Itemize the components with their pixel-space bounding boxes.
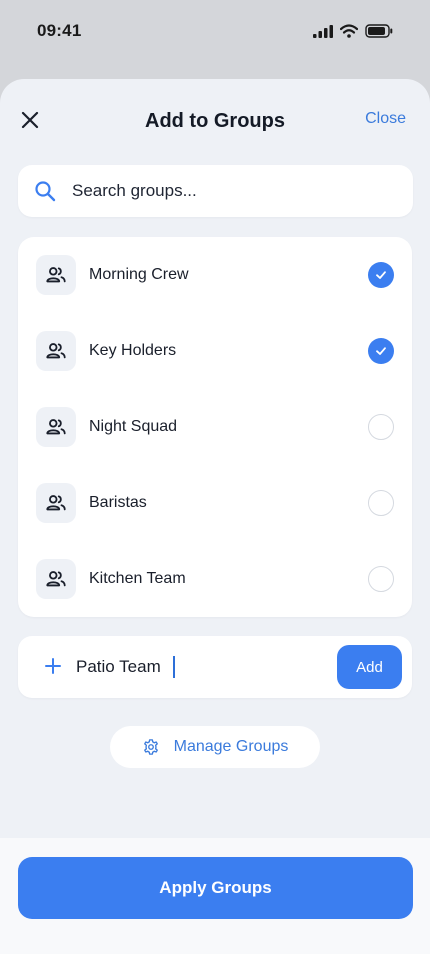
group-checkbox-checked[interactable] [368, 338, 394, 364]
group-icon [36, 483, 76, 523]
gear-icon [143, 739, 158, 755]
group-icon [36, 559, 76, 599]
group-icon [36, 407, 76, 447]
group-name: Key Holders [89, 342, 177, 359]
wifi-icon [340, 24, 358, 38]
search-icon [35, 181, 56, 202]
manage-groups-button[interactable]: Manage Groups [110, 726, 320, 768]
close-icon[interactable] [18, 108, 42, 132]
battery-icon [365, 24, 393, 38]
group-name: Morning Crew [89, 266, 189, 283]
group-checkbox-unchecked[interactable] [368, 490, 394, 516]
new-group-row: Patio Team Add [18, 636, 412, 698]
text-caret [172, 656, 175, 678]
add-group-button[interactable]: Add [337, 645, 402, 689]
group-checkbox-unchecked[interactable] [368, 566, 394, 592]
group-row-night-squad[interactable]: Night Squad [18, 389, 412, 465]
new-group-value: Patio Team [76, 657, 161, 676]
status-bar: 09:41 [0, 0, 430, 60]
group-name: Night Squad [89, 418, 178, 435]
manage-groups-label: Manage Groups [173, 738, 289, 755]
check-icon [376, 347, 386, 355]
group-row-morning-crew[interactable]: Morning Crew [18, 237, 412, 313]
group-row-baristas[interactable]: Baristas [18, 465, 412, 541]
group-checkbox-unchecked[interactable] [368, 414, 394, 440]
group-row-kitchen-team[interactable]: Kitchen Team [18, 541, 412, 617]
apply-groups-button[interactable]: Apply Groups [18, 857, 413, 919]
bottom-sheet: Add to Groups Close Search groups... Mor… [0, 79, 430, 954]
search-placeholder: Search groups... [72, 181, 197, 200]
group-name: Baristas [89, 494, 147, 511]
group-list: Morning Crew Key Holders Night Squad Bar… [18, 237, 412, 617]
signal-icon [313, 24, 333, 38]
group-row-key-holders[interactable]: Key Holders [18, 313, 412, 389]
sheet-header: Add to Groups Close [0, 79, 430, 163]
status-icons [313, 24, 393, 38]
sheet-title: Add to Groups [145, 109, 285, 132]
group-name: Kitchen Team [89, 570, 186, 587]
footer: Apply Groups [0, 838, 430, 954]
new-group-input[interactable]: Patio Team [76, 648, 336, 686]
group-icon [36, 331, 76, 371]
search-input[interactable]: Search groups... [18, 165, 413, 217]
group-icon [36, 255, 76, 295]
close-button[interactable]: Close [365, 110, 406, 128]
group-checkbox-checked[interactable] [368, 262, 394, 288]
check-icon [376, 271, 386, 279]
status-time: 09:41 [37, 21, 82, 40]
plus-icon [45, 658, 61, 674]
